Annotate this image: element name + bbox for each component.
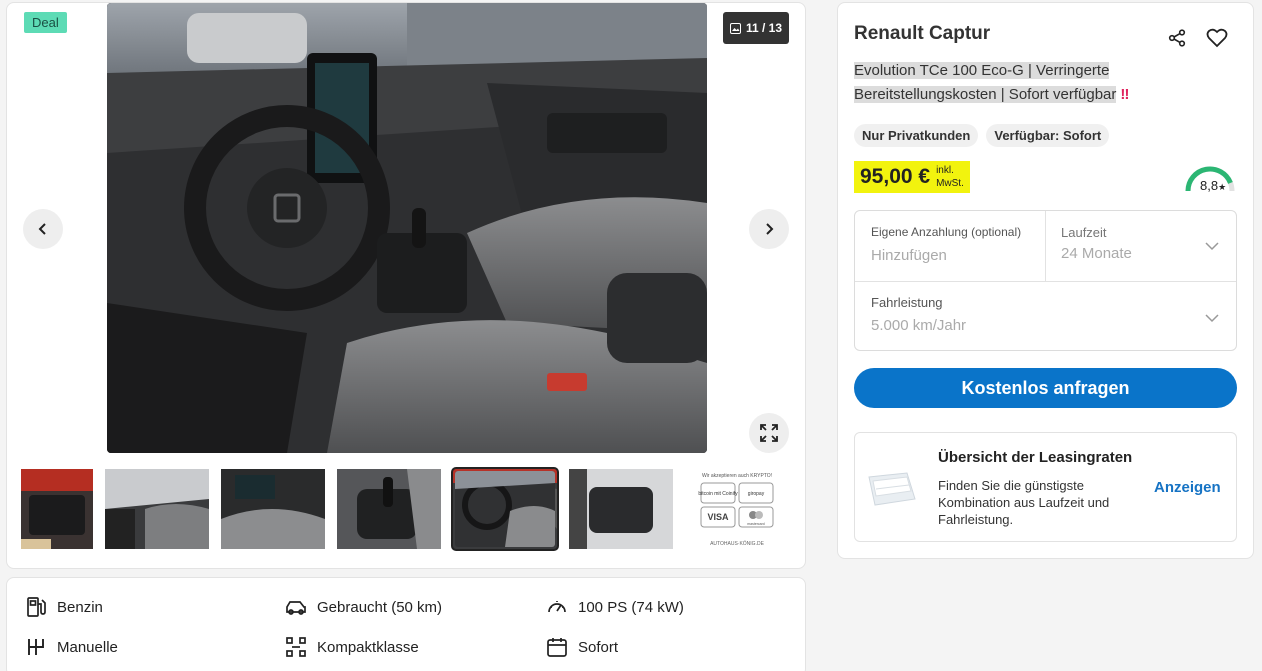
speedometer-icon bbox=[548, 601, 566, 613]
double-exclamation-icon: ‼ bbox=[1120, 86, 1130, 103]
rating-number: 8,8 bbox=[1200, 178, 1219, 193]
previous-image-button[interactable] bbox=[23, 209, 63, 249]
subtitle-line-2: Bereitstellungskosten | Sofort verfügbar bbox=[854, 86, 1117, 103]
payment-logo-footer: AUTOHAUS·KÖNIG.DE bbox=[710, 540, 764, 547]
share-icon[interactable] bbox=[1168, 29, 1186, 47]
spec-condition-label: Gebraucht (50 km) bbox=[317, 598, 443, 616]
downpayment-input[interactable]: Hinzufügen bbox=[871, 247, 1021, 264]
car-icon bbox=[286, 601, 306, 615]
chip-private-customers: Nur Privatkunden bbox=[854, 124, 979, 147]
payment-logo-giropay: giropay bbox=[748, 491, 765, 497]
thumbnail-trunk[interactable] bbox=[21, 469, 93, 549]
thumbnail-current[interactable] bbox=[451, 467, 559, 551]
spec-condition: Gebraucht (50 km) bbox=[285, 596, 442, 618]
deal-badge: Deal bbox=[24, 12, 67, 33]
monthly-price: 95,00 € bbox=[860, 165, 931, 188]
chevron-right-icon bbox=[766, 223, 774, 235]
fullscreen-button[interactable] bbox=[749, 413, 789, 453]
image-icon bbox=[729, 22, 741, 34]
thumbnail-interior[interactable] bbox=[105, 469, 209, 549]
lease-config-form: Eigene Anzahlung (optional) Hinzufügen L… bbox=[854, 210, 1237, 351]
chevron-left-icon bbox=[38, 223, 46, 235]
offer-chips: Nur Privatkunden Verfügbar: Sofort bbox=[854, 124, 1110, 147]
fuel-icon bbox=[27, 597, 46, 617]
term-value: 24 Monate bbox=[1061, 245, 1132, 262]
class-icon bbox=[286, 637, 306, 657]
expand-icon bbox=[760, 424, 778, 442]
spec-fuel: Benzin bbox=[25, 596, 103, 618]
show-lease-rates-link[interactable]: Anzeigen bbox=[1154, 479, 1221, 496]
image-counter-text: 11 / 13 bbox=[745, 21, 783, 35]
price-tax-note: inkl. MwSt. bbox=[936, 164, 964, 190]
spec-power-label: 100 PS (74 kW) bbox=[578, 598, 684, 616]
lease-overview-box: Übersicht der Leasingraten Finden Sie di… bbox=[854, 432, 1237, 542]
chip-availability: Verfügbar: Sofort bbox=[986, 124, 1110, 147]
spec-class-label: Kompaktklasse bbox=[317, 638, 419, 656]
rating-value: 8,8★ bbox=[1200, 178, 1226, 193]
mileage-select[interactable]: Fahrleistung 5.000 km/Jahr bbox=[871, 295, 966, 334]
thumbnail-cockpit[interactable] bbox=[221, 469, 325, 549]
rating-gauge[interactable]: 8,8★ bbox=[1182, 165, 1238, 195]
form-divider-horizontal bbox=[855, 281, 1236, 282]
spec-power: 100 PS (74 kW) bbox=[546, 596, 684, 618]
downpayment-field[interactable]: Eigene Anzahlung (optional) Hinzufügen bbox=[871, 225, 1021, 264]
lease-overview-title: Übersicht der Leasingraten bbox=[938, 449, 1133, 466]
spec-fuel-label: Benzin bbox=[57, 598, 103, 616]
spec-availability: Sofort bbox=[546, 636, 618, 658]
payment-logo-header: Wir akzeptieren auch KRYPTO! bbox=[702, 473, 772, 479]
image-counter: 11 / 13 bbox=[723, 12, 789, 44]
gearshift-icon bbox=[28, 639, 44, 655]
mileage-value: 5.000 km/Jahr bbox=[871, 317, 967, 334]
mileage-label: Fahrleistung bbox=[871, 295, 943, 310]
spec-transmission: Manuelle bbox=[25, 636, 118, 658]
downpayment-label: Eigene Anzahlung (optional) bbox=[871, 225, 1022, 239]
gallery-card: Deal 11 / 13 Wir akzeptieren auch KRYPTO… bbox=[6, 2, 806, 569]
price-tax-note-line-1: inkl. bbox=[936, 165, 954, 176]
favorite-heart-icon[interactable] bbox=[1206, 28, 1228, 48]
page: Deal 11 / 13 Wir akzeptieren auch KRYPTO… bbox=[0, 0, 1262, 671]
thumbnail-rear-seats[interactable] bbox=[569, 469, 673, 549]
star-icon: ★ bbox=[1218, 182, 1227, 192]
subtitle-line-1: Evolution TCe 100 Eco-G | Verringerte bbox=[854, 62, 1110, 79]
specs-card: Benzin Gebraucht (50 km) 100 PS (74 kW) … bbox=[6, 577, 806, 671]
price-tax-note-line-2: MwSt. bbox=[936, 178, 964, 189]
thumbnail-payment-logo[interactable]: Wir akzeptieren auch KRYPTO! bitcoin mit… bbox=[687, 469, 787, 549]
calendar-icon bbox=[547, 638, 567, 657]
next-image-button[interactable] bbox=[749, 209, 789, 249]
request-offer-button[interactable]: Kostenlos anfragen bbox=[854, 368, 1237, 408]
car-subtitle: Evolution TCe 100 Eco-G | Verringerte Be… bbox=[854, 59, 1154, 107]
spec-transmission-label: Manuelle bbox=[57, 638, 118, 656]
term-chevron-down-icon[interactable] bbox=[1205, 241, 1219, 251]
term-select[interactable]: Laufzeit 24 Monate bbox=[1061, 225, 1132, 262]
mileage-chevron-down-icon[interactable] bbox=[1205, 313, 1219, 323]
payment-logo-mastercard: mastercard bbox=[747, 522, 765, 526]
payment-logo-bitcoin: bitcoin mit Coinify bbox=[698, 491, 738, 497]
spec-class: Kompaktklasse bbox=[285, 636, 419, 658]
thumbnail-gearshift[interactable] bbox=[337, 469, 441, 549]
payment-logo-visa: VISA bbox=[707, 512, 729, 522]
term-label: Laufzeit bbox=[1061, 225, 1107, 240]
car-title: Renault Captur bbox=[854, 23, 991, 44]
form-divider-vertical bbox=[1045, 211, 1046, 281]
spec-availability-label: Sofort bbox=[578, 638, 619, 656]
offer-card: Renault Captur Evolution TCe 100 Eco-G |… bbox=[837, 2, 1254, 559]
price-box: 95,00 € inkl. MwSt. bbox=[854, 161, 970, 193]
lease-overview-text: Finden Sie die günstigste Kombination au… bbox=[938, 478, 1110, 527]
lease-table-illustration-icon bbox=[868, 472, 916, 506]
main-photo[interactable] bbox=[107, 3, 707, 453]
